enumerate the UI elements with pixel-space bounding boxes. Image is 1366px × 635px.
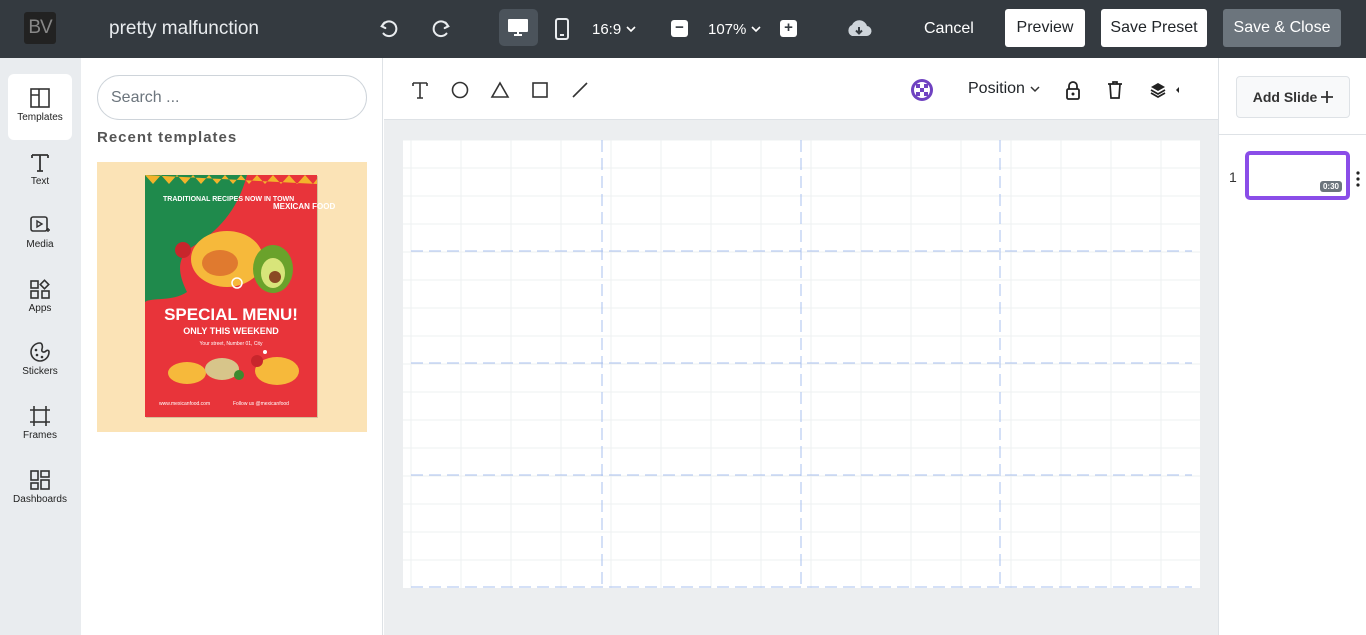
rail-item-dashboards[interactable]: Dashboards bbox=[8, 456, 72, 522]
position-label: Position bbox=[968, 80, 1025, 97]
transparency-icon[interactable] bbox=[910, 78, 934, 102]
chevron-down-icon bbox=[626, 26, 636, 33]
add-slide-button[interactable]: Add Slide bbox=[1236, 76, 1350, 118]
template-title: SPECIAL MENU! bbox=[164, 305, 298, 324]
editor-area: Position bbox=[384, 58, 1218, 635]
rail-label: Frames bbox=[23, 430, 57, 441]
apps-icon bbox=[30, 279, 50, 299]
kebab-menu-icon[interactable] bbox=[1356, 171, 1360, 187]
rail-item-frames[interactable]: Frames bbox=[8, 392, 72, 458]
slides-divider bbox=[1219, 134, 1366, 135]
chevron-down-icon bbox=[751, 26, 761, 33]
template-address: Your street, Number 01, City bbox=[200, 341, 263, 347]
cloud-download-icon[interactable] bbox=[843, 14, 875, 44]
template-website: www.mexicanfood.com bbox=[159, 401, 210, 407]
templates-panel: Search ... Recent templates TRADITIONAL … bbox=[81, 58, 383, 635]
app-logo: BV bbox=[24, 12, 56, 44]
desktop-icon[interactable] bbox=[502, 13, 534, 43]
cancel-button[interactable]: Cancel bbox=[924, 20, 974, 38]
text-tool-icon[interactable] bbox=[409, 79, 431, 101]
circle-tool-icon[interactable] bbox=[449, 79, 471, 101]
layers-icon[interactable] bbox=[1148, 79, 1182, 101]
position-dropdown[interactable]: Position bbox=[968, 80, 1040, 98]
aspect-ratio-value: 16:9 bbox=[592, 21, 622, 38]
save-preset-button[interactable]: Save Preset bbox=[1101, 9, 1207, 47]
slide-thumbnail[interactable]: 0:30 bbox=[1245, 151, 1350, 200]
trash-icon[interactable] bbox=[1104, 79, 1126, 101]
preview-button[interactable]: Preview bbox=[1005, 9, 1085, 47]
aspect-ratio-select[interactable]: 16:9 bbox=[592, 21, 636, 38]
undo-icon[interactable] bbox=[373, 14, 405, 44]
template-social: Follow us @mexicanfood bbox=[233, 401, 289, 407]
frames-icon bbox=[30, 406, 50, 426]
search-input[interactable]: Search ... bbox=[97, 75, 367, 120]
rail-item-apps[interactable]: Apps bbox=[8, 265, 72, 331]
lock-icon[interactable] bbox=[1062, 79, 1084, 101]
rail-label: Stickers bbox=[22, 366, 58, 377]
slide-duration-badge: 0:30 bbox=[1319, 181, 1342, 192]
template-thumbnail: TRADITIONAL RECIPES NOW IN TOWN MEXICAN … bbox=[145, 175, 335, 418]
rail-item-media[interactable]: Media bbox=[8, 201, 72, 267]
rail-label: Templates bbox=[17, 112, 63, 123]
stickers-icon bbox=[30, 342, 50, 362]
slides-panel: Add Slide 1 0:30 bbox=[1218, 58, 1366, 635]
rail-item-text[interactable]: Text bbox=[8, 138, 72, 204]
zoom-in-icon: + bbox=[784, 19, 793, 36]
search-placeholder: Search ... bbox=[111, 88, 180, 106]
plus-icon bbox=[1321, 91, 1334, 103]
triangle-tool-icon[interactable] bbox=[489, 79, 511, 101]
line-tool-icon[interactable] bbox=[569, 79, 591, 101]
template-card[interactable]: TRADITIONAL RECIPES NOW IN TOWN MEXICAN … bbox=[97, 162, 367, 432]
redo-icon[interactable] bbox=[425, 14, 457, 44]
recent-templates-heading: Recent templates bbox=[97, 129, 238, 146]
zoom-out-button[interactable]: − bbox=[671, 20, 688, 37]
zoom-select[interactable]: 107% bbox=[708, 21, 761, 38]
tool-rail: Templates Text Media Apps Stickers Frame… bbox=[0, 58, 81, 635]
rail-item-templates[interactable]: Templates bbox=[8, 74, 72, 140]
rectangle-tool-icon[interactable] bbox=[529, 79, 551, 101]
slide-canvas[interactable] bbox=[403, 140, 1200, 588]
save-close-button[interactable]: Save & Close bbox=[1223, 9, 1341, 47]
rail-label: Apps bbox=[28, 303, 52, 314]
document-title[interactable]: pretty malfunction bbox=[109, 18, 259, 40]
rail-label: Text bbox=[30, 176, 50, 187]
template-brand: MEXICAN FOOD bbox=[273, 202, 335, 211]
rail-label: Dashboards bbox=[13, 494, 67, 505]
canvas-grid bbox=[403, 140, 1200, 588]
chevron-down-icon bbox=[1030, 85, 1040, 92]
template-subtitle: ONLY THIS WEEKEND bbox=[183, 326, 279, 336]
add-slide-label: Add Slide bbox=[1252, 89, 1318, 105]
slide-number: 1 bbox=[1229, 169, 1237, 185]
templates-icon bbox=[30, 88, 50, 108]
top-bar: BV pretty malfunction 16:9 − 107% + Canc… bbox=[0, 0, 1366, 58]
zoom-value: 107% bbox=[708, 21, 747, 38]
dashboards-icon bbox=[30, 470, 50, 490]
editor-toolbar: Position bbox=[384, 58, 1218, 120]
text-icon bbox=[31, 154, 49, 172]
rail-label: Media bbox=[26, 239, 54, 250]
mobile-icon[interactable] bbox=[546, 14, 578, 44]
rail-item-stickers[interactable]: Stickers bbox=[8, 328, 72, 394]
media-icon bbox=[30, 216, 50, 232]
zoom-out-icon: − bbox=[675, 19, 684, 36]
zoom-in-button[interactable]: + bbox=[780, 20, 797, 37]
